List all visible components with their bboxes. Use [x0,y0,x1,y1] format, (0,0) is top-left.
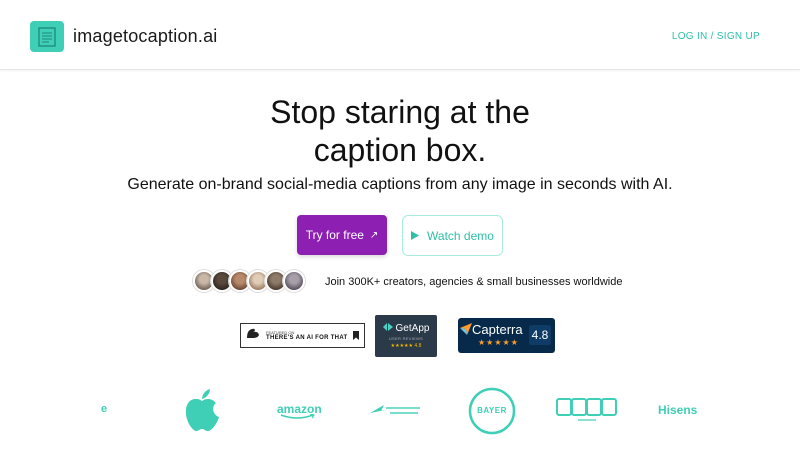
social-proof-text: Join 300K+ creators, agencies & small bu… [325,276,623,288]
arrow-up-right-icon: ↗ [369,229,379,241]
watch-demo-label: Watch demo [427,228,494,243]
play-icon [411,229,420,243]
aiftt-text: FEATURED ON THERE'S AN AI FOR THAT [266,330,347,341]
logo-text[interactable]: imagetocaption.ai [73,26,218,47]
getapp-sub: USER REVIEWS [388,336,424,341]
amazon-logo: amazon [277,402,322,420]
getapp-logo-icon [382,323,393,334]
theres-an-ai-for-that-badge[interactable]: FEATURED ON THERE'S AN AI FOR THAT [240,323,365,348]
user-avatars [193,270,305,294]
getapp-title: GetApp [395,323,430,334]
aiftt-big: THERE'S AN AI FOR THAT [266,335,348,341]
headline-line-1: Stop staring at the [270,94,530,130]
site-header: imagetocaption.ai LOG IN / SIGN UP [0,0,800,70]
hisense-logo: Hisens [658,403,698,417]
getapp-badge[interactable]: GetApp USER REVIEWS ★★★★★ 4.8 [375,315,437,357]
arm-icon [245,326,261,345]
watch-demo-button[interactable]: Watch demo [402,215,503,256]
try-for-free-button[interactable]: Try for free ↗ [297,215,387,255]
apple-logo-icon [183,388,221,438]
bayer-logo-text: BAYER [477,406,507,415]
capterra-logo-icon [460,322,472,340]
amazon-logo-text: amazon [277,402,322,416]
avatar [283,270,305,292]
partial-brand-logo: e [101,403,108,415]
brand-logos-row: e amazon BAYER Hisens [0,383,800,438]
login-signup-link[interactable]: LOG IN / SIGN UP [672,31,760,42]
capterra-badge[interactable]: Capterra ★★★★★ 4.8 [458,318,555,353]
hero-subheadline: Generate on-brand social-media captions … [127,176,673,193]
hero-headline: Stop staring at the caption box. [0,93,800,169]
capterra-stars: ★★★★★ [478,338,519,347]
try-button-label: Try for free [305,228,364,242]
air-india-logo-icon [370,403,422,424]
getapp-title-row: GetApp [382,323,430,334]
bayer-logo: BAYER [468,387,516,435]
headline-line-2: caption box. [313,132,487,168]
getapp-rating: ★★★★★ 4.8 [390,343,422,349]
logo-icon[interactable] [30,21,64,52]
capterra-title: Capterra [472,322,523,337]
capterra-score: 4.8 [529,325,551,345]
zeekr-logo-icon [556,397,618,428]
bookmark-icon [353,327,359,345]
